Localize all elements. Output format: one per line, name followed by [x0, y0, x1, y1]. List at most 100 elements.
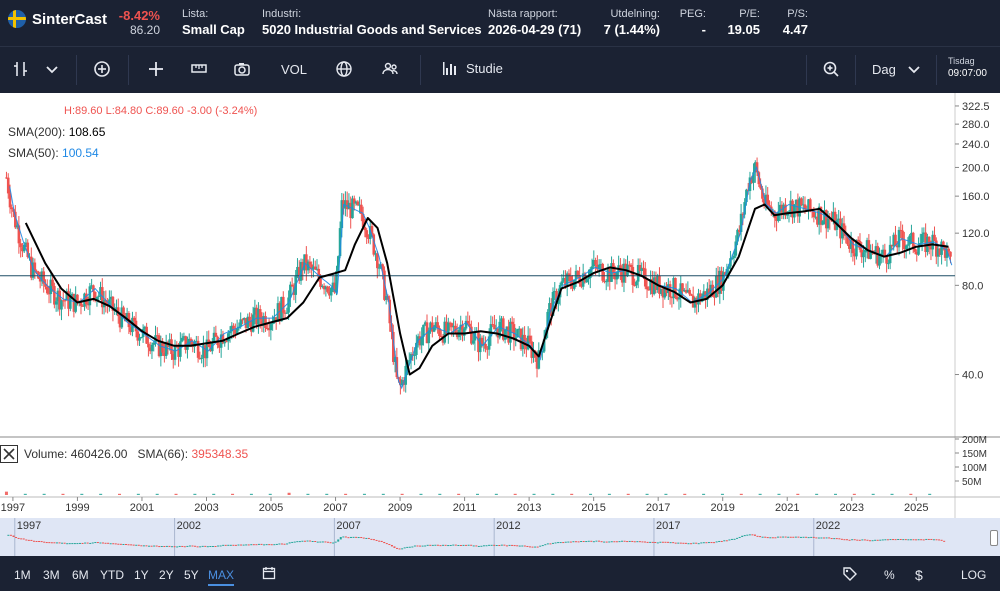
interval-select[interactable]: Dag — [872, 62, 896, 77]
candle-body — [45, 286, 49, 294]
navigator-candle — [309, 540, 312, 542]
navigator-candle — [590, 540, 593, 542]
calendar-icon[interactable] — [262, 566, 276, 583]
navigator-candle — [227, 544, 230, 546]
navigator-candle — [528, 546, 531, 548]
candle-body — [436, 322, 439, 328]
navigator-candle — [280, 543, 283, 545]
last-price: 86.20 — [129, 23, 160, 37]
interval-chevron-down-icon[interactable] — [906, 60, 922, 78]
candle-body — [688, 289, 691, 295]
navigator-handle[interactable] — [990, 530, 998, 546]
close-icon[interactable] — [0, 445, 18, 463]
candle-body — [947, 248, 951, 252]
navigator-tick-label: 1997 — [17, 520, 41, 532]
navigator-chart[interactable]: 1997 2002 2007 2012 2017 2022 — [0, 518, 1000, 556]
navigator-candle — [531, 546, 534, 548]
studie-button[interactable]: Studie — [442, 60, 503, 79]
chart-type-icon[interactable] — [12, 60, 30, 78]
navigator-candle — [89, 542, 92, 544]
volume-bar — [664, 493, 668, 495]
range-button-ytd[interactable]: YTD — [100, 568, 124, 582]
candle-body — [447, 322, 450, 334]
navigator-candle — [273, 544, 276, 546]
y-tick-label: 120.0 — [962, 228, 990, 240]
candle-body — [800, 198, 803, 206]
navigator-candle — [669, 542, 672, 544]
navigator-candle — [61, 542, 64, 544]
users-icon[interactable] — [381, 60, 399, 78]
time-navigator[interactable]: 1997 2002 2007 2012 2017 2022 — [0, 518, 1000, 556]
camera-icon[interactable] — [233, 60, 251, 78]
navigator-candle — [385, 543, 388, 545]
range-button-1y[interactable]: 1Y — [134, 568, 149, 582]
log-scale-button[interactable]: LOG — [961, 568, 986, 582]
range-button-6m[interactable]: 6M — [72, 568, 89, 582]
compare-plus-circle-icon[interactable] — [93, 60, 111, 78]
candle-body — [173, 345, 177, 360]
navigator-candle — [176, 546, 179, 548]
chart-type-chevron-down-icon[interactable] — [44, 60, 60, 78]
navigator-candle — [863, 539, 866, 541]
volume-bar — [419, 493, 423, 495]
navigator-candle — [160, 546, 163, 548]
volume-bar — [325, 493, 329, 495]
navigator-candle — [339, 537, 342, 540]
range-button-max[interactable]: MAX — [208, 568, 235, 586]
price-chart-area[interactable]: 322.5 280.0 240.0 200.0 160.0 120.0 80.0 40.0 2… — [0, 93, 1000, 518]
candle-body — [225, 341, 228, 343]
ohlc-change: -3.00 (-3.24%) — [186, 105, 258, 117]
navigator-candle — [636, 541, 639, 543]
navigator-candle — [641, 541, 644, 543]
navigator-candle — [713, 542, 716, 544]
candle-body — [920, 234, 924, 244]
navigator-candle — [296, 541, 299, 543]
volume-bar — [174, 493, 178, 495]
x-tick-label: 2019 — [710, 502, 734, 514]
navigator-candle — [769, 537, 772, 539]
range-button-1m[interactable]: 1M — [14, 568, 31, 582]
stat-value: Small Cap — [182, 22, 245, 37]
navigator-candle — [431, 544, 434, 546]
x-tick-label: 2007 — [323, 502, 347, 514]
navigator-candle — [76, 543, 79, 545]
stat-value: 19.05 — [727, 22, 760, 37]
navigator-candle — [825, 537, 828, 539]
navigator-candle — [306, 540, 309, 542]
ruler-icon[interactable] — [190, 60, 208, 78]
navigator-candle — [730, 538, 733, 540]
navigator-candle — [707, 542, 710, 544]
navigator-candle — [406, 546, 409, 548]
brand[interactable]: SinterCast — [8, 10, 107, 28]
app-name: SinterCast — [32, 10, 108, 28]
currency-scale-button[interactable]: $ — [915, 567, 923, 583]
navigator-candle — [237, 544, 240, 546]
navigator-candle — [283, 543, 286, 545]
navigator-candle — [416, 545, 419, 547]
navigator-candle — [493, 544, 496, 546]
tag-icon[interactable] — [842, 566, 858, 585]
candle-body — [856, 239, 860, 241]
navigator-candle — [799, 536, 802, 538]
sma200-legend[interactable]: SMA(200): 108.65 — [8, 125, 105, 139]
volume-toggle-button[interactable]: VOL — [281, 62, 307, 77]
navigator-candle — [301, 540, 304, 542]
navigator-candle — [378, 540, 381, 542]
navigator-candle — [314, 541, 317, 543]
navigator-candle — [222, 544, 225, 546]
percent-scale-button[interactable]: % — [884, 568, 895, 582]
navigator-candle — [78, 542, 81, 544]
candle-body — [180, 337, 184, 342]
volume-bar — [306, 493, 310, 495]
volume-bar — [344, 493, 348, 495]
globe-icon[interactable] — [335, 60, 353, 78]
volume-tick-label: 50M — [962, 477, 981, 488]
zoom-icon[interactable] — [822, 60, 840, 78]
range-button-2y[interactable]: 2Y — [159, 568, 174, 582]
navigator-candle — [728, 539, 731, 541]
range-button-5y[interactable]: 5Y — [184, 568, 199, 582]
range-button-3m[interactable]: 3M — [43, 568, 60, 582]
navigator-candle — [99, 542, 102, 544]
sma50-legend[interactable]: SMA(50): 100.54 — [8, 146, 99, 160]
crosshair-plus-icon[interactable] — [147, 60, 165, 78]
